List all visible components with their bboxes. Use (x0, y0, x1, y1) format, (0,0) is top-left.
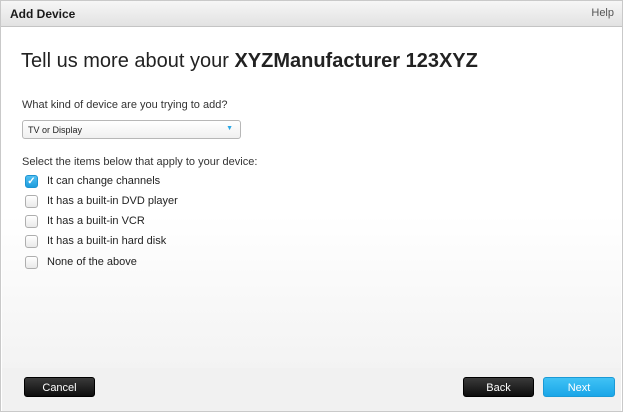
title-bar: Add Device Help (1, 1, 622, 27)
features-instruction: Select the items below that apply to you… (22, 156, 258, 168)
checkbox-icon[interactable] (25, 256, 38, 269)
device-type-question: What kind of device are you trying to ad… (22, 99, 228, 111)
device-name: XYZManufacturer 123XYZ (234, 50, 478, 72)
option-label: It can change channels (47, 175, 161, 187)
checkbox-icon[interactable] (25, 195, 38, 208)
cancel-button[interactable]: Cancel (24, 377, 95, 397)
dialog-title: Add Device (10, 7, 76, 21)
option-label: It has a built-in VCR (47, 215, 145, 227)
checkbox-icon[interactable] (25, 235, 38, 248)
heading-prefix: Tell us more about your (21, 50, 235, 72)
option-label: It has a built-in hard disk (47, 235, 167, 247)
device-type-select[interactable]: TV or Display ▼ (22, 120, 241, 139)
chevron-down-icon: ▼ (226, 125, 233, 132)
help-link[interactable]: Help (591, 7, 614, 19)
next-button[interactable]: Next (543, 377, 615, 397)
device-type-selected-value: TV or Display (28, 125, 83, 135)
page-heading: Tell us more about your XYZManufacturer … (21, 50, 478, 73)
checkbox-checked-icon[interactable]: ✓ (25, 175, 38, 188)
option-label: None of the above (47, 256, 137, 268)
back-button[interactable]: Back (463, 377, 534, 397)
option-label: It has a built-in DVD player (47, 195, 178, 207)
checkbox-icon[interactable] (25, 215, 38, 228)
